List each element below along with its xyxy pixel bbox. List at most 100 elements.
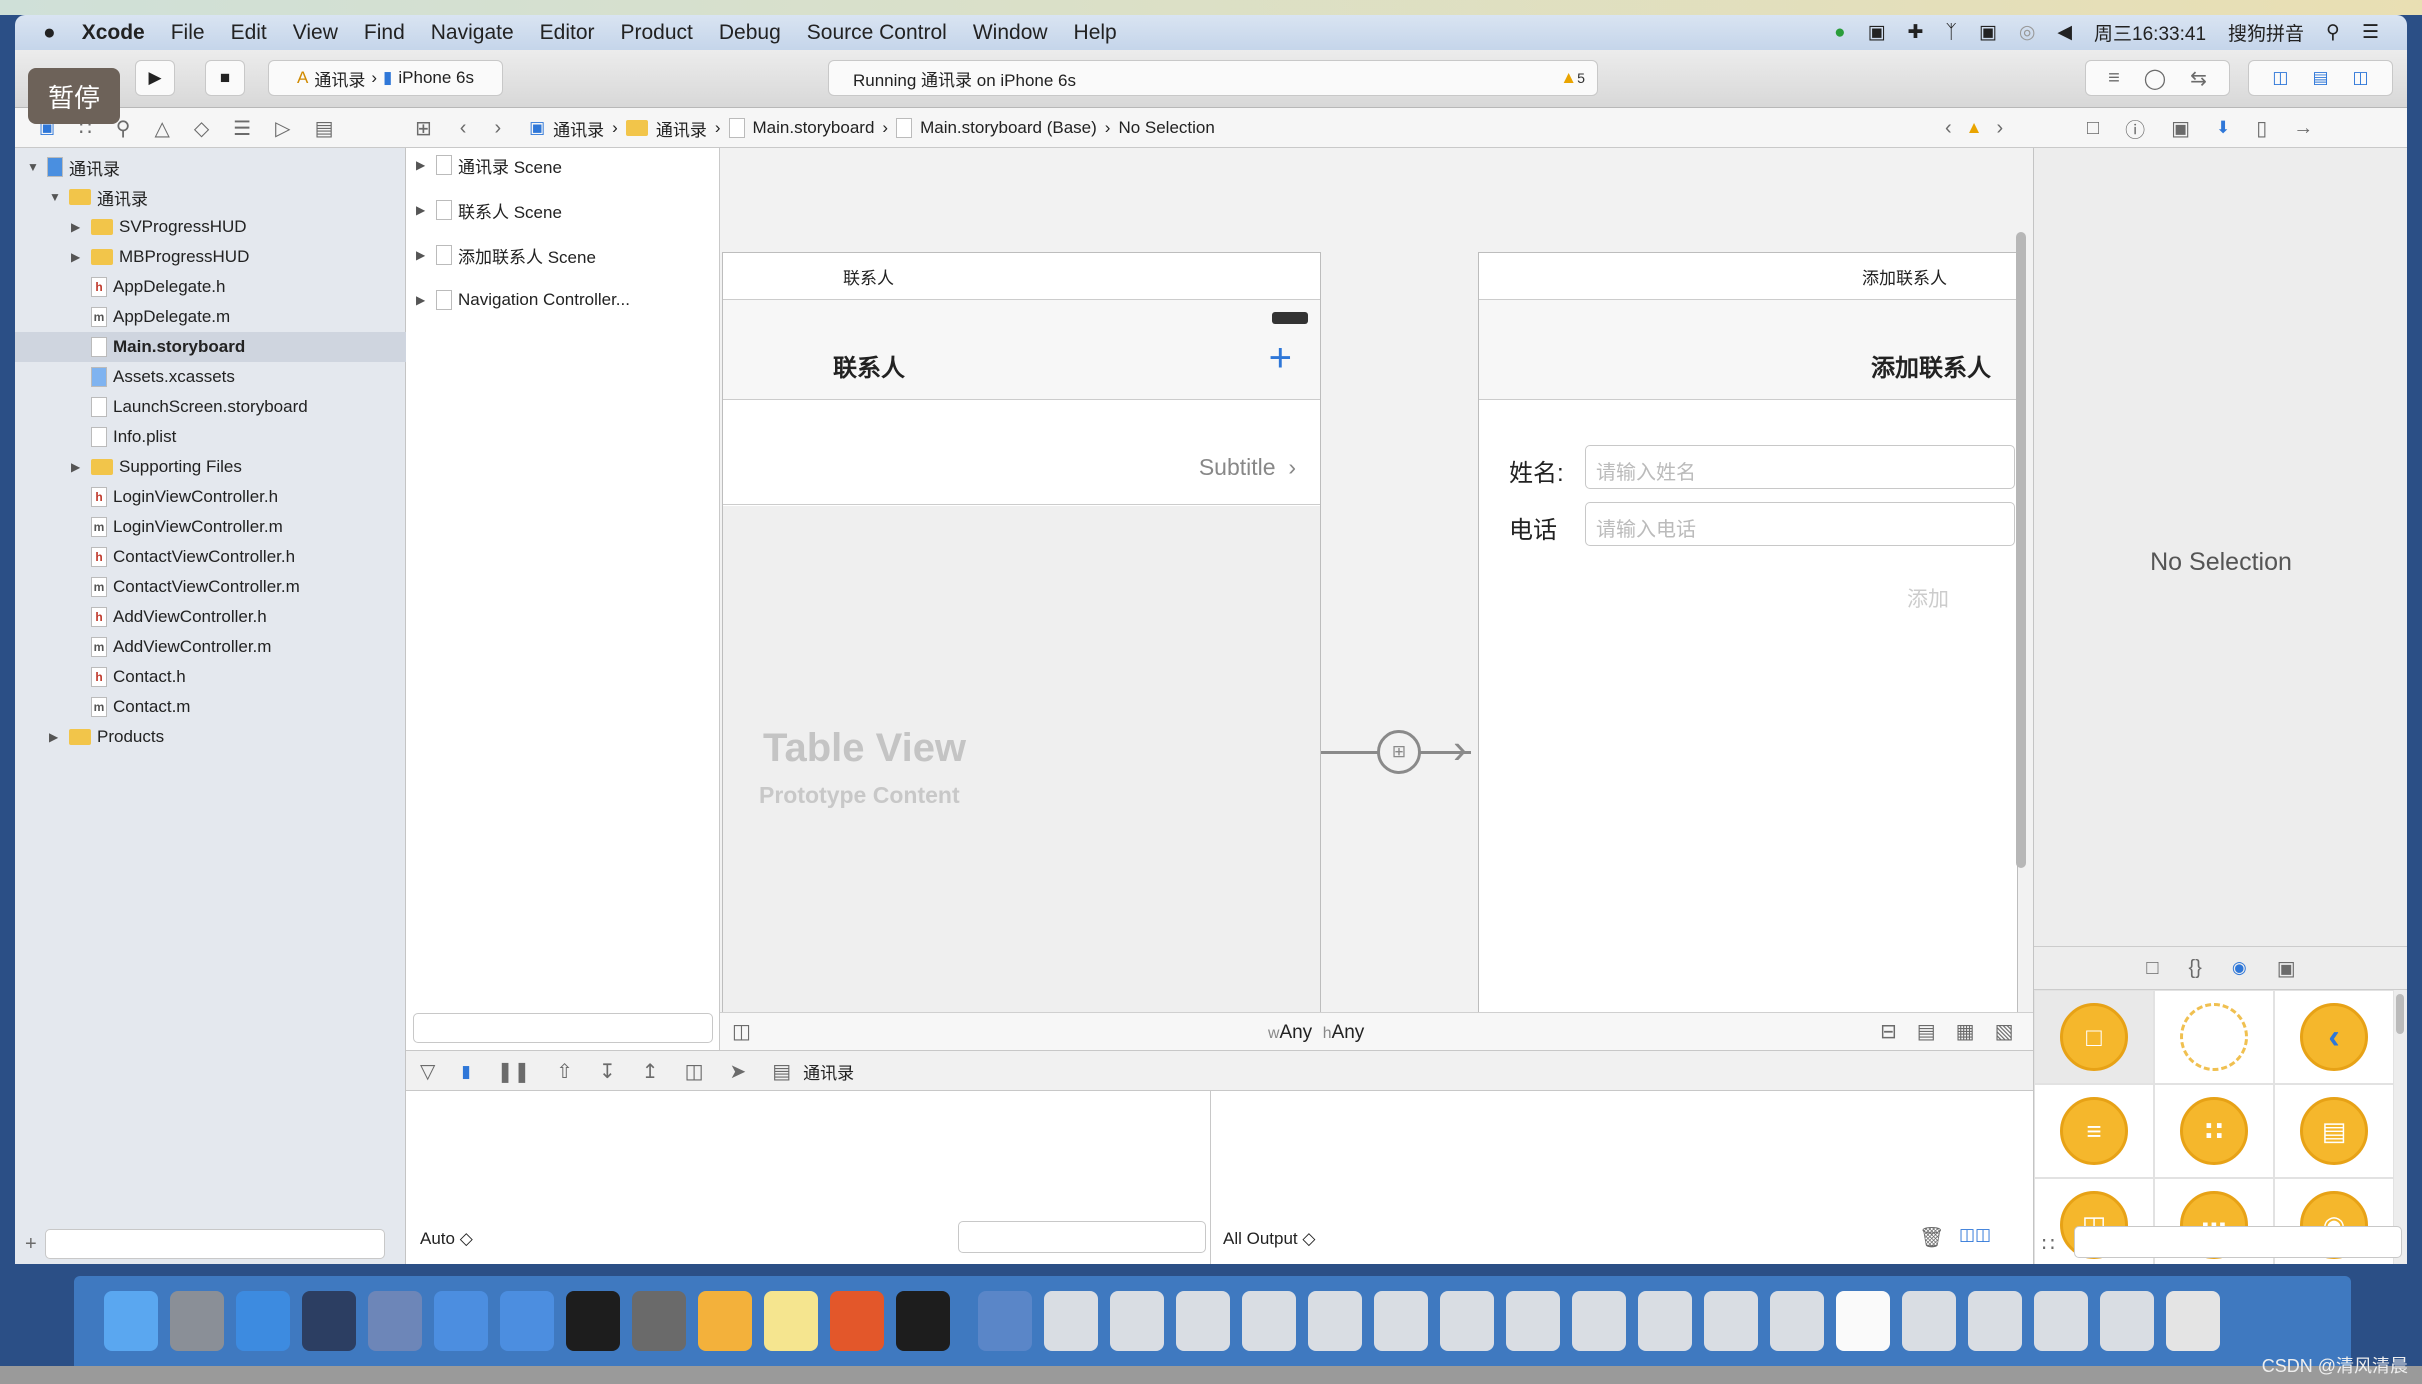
library-filter[interactable] [2074, 1226, 2402, 1258]
dock-item[interactable] [2100, 1291, 2154, 1351]
related-items-icon[interactable]: ⊞ [415, 116, 432, 141]
navigator-item[interactable]: ▶ Products [49, 722, 164, 752]
dock-item[interactable] [1704, 1291, 1758, 1351]
outline-scene[interactable]: ▶ 通讯录 Scene [416, 150, 562, 180]
breakpoint-navigator-icon[interactable]: ▷ [275, 116, 290, 141]
disclosure-open-icon[interactable]: ▼ [49, 190, 63, 204]
menu-source-control[interactable]: Source Control [807, 21, 947, 45]
size-class-control[interactable]: wAny hAny [1268, 1022, 1364, 1044]
attributes-inspector-icon[interactable]: ⬇ [2216, 118, 2230, 138]
navigator-item[interactable]: m ContactViewController.m [71, 572, 300, 602]
stack-icon[interactable]: ⊟ [1880, 1019, 1897, 1044]
standard-editor-icon[interactable]: ≡ [2108, 67, 2120, 90]
split-view-icon[interactable]: ◫◫ [1959, 1225, 1991, 1245]
library-storyboard-reference[interactable] [2154, 990, 2274, 1084]
dock-item[interactable] [764, 1291, 818, 1351]
navigator-item[interactable]: m AppDelegate.m [71, 302, 230, 332]
scheme-selector[interactable]: A 通讯录 › ▮ iPhone 6s [268, 60, 503, 96]
variables-filter[interactable] [958, 1221, 1206, 1253]
crumb[interactable]: 通讯录 [656, 116, 707, 141]
dock-item[interactable] [1836, 1291, 1890, 1351]
menu-app[interactable]: Xcode [82, 21, 145, 45]
align-icon[interactable]: ▤ [1917, 1019, 1936, 1044]
menu-edit[interactable]: Edit [231, 21, 267, 45]
auto-selector[interactable]: Auto ◇ [420, 1229, 473, 1249]
dock-item[interactable] [1638, 1291, 1692, 1351]
dock-item[interactable] [2166, 1291, 2220, 1351]
navigator-item[interactable]: h ContactViewController.h [71, 542, 295, 572]
dock-item[interactable] [104, 1291, 158, 1351]
disclosure-closed-icon[interactable]: ▶ [71, 250, 85, 264]
library-navigation-controller[interactable]: ‹ [2274, 990, 2394, 1084]
menu-file[interactable]: File [171, 21, 205, 45]
code-snippet-icon[interactable]: {} [2188, 957, 2201, 980]
dock-item[interactable] [1770, 1291, 1824, 1351]
version-editor-icon[interactable]: ⇆ [2190, 66, 2207, 91]
library-view-controller[interactable]: □ [2034, 990, 2154, 1084]
breakpoints-icon[interactable]: ▮ [461, 1062, 470, 1082]
pause-icon[interactable]: ❚❚ [497, 1059, 531, 1084]
disclosure-closed-icon[interactable]: ▶ [71, 460, 85, 474]
menu-debug[interactable]: Debug [719, 21, 781, 45]
disclosure-open-icon[interactable]: ▼ [27, 160, 41, 174]
vertical-scrollbar[interactable] [2016, 232, 2026, 868]
navigator-item[interactable]: ▼ 通讯录 [27, 152, 120, 182]
disclosure-closed-icon[interactable]: ▶ [49, 730, 63, 744]
navigator-item[interactable]: m AddViewController.m [71, 632, 271, 662]
navigator-item[interactable]: ▶ MBProgressHUD [71, 242, 249, 272]
menu-find[interactable]: Find [364, 21, 405, 45]
trash-icon[interactable]: 🗑 [1919, 1225, 1944, 1250]
navigator-filter[interactable] [44, 1229, 385, 1259]
forward-icon[interactable]: › [494, 117, 501, 140]
warning-icon[interactable]: ▲ [1966, 118, 1983, 138]
dock-item[interactable] [170, 1291, 224, 1351]
dock-item[interactable] [1374, 1291, 1428, 1351]
dock-item[interactable] [368, 1291, 422, 1351]
prev-issue-icon[interactable]: ‹ [1945, 117, 1952, 140]
name-field[interactable]: 请输入姓名 [1585, 445, 2015, 489]
outline-scene[interactable]: ▶ 联系人 Scene [416, 195, 562, 225]
dock-item[interactable] [302, 1291, 356, 1351]
dock-item[interactable] [236, 1291, 290, 1351]
crumb[interactable]: Main.storyboard [753, 118, 875, 138]
run-button[interactable]: ▶ [135, 60, 175, 96]
input-method[interactable]: 搜狗拼音 [2228, 19, 2304, 46]
step-out-icon[interactable]: ↥ [642, 1059, 659, 1084]
clock[interactable]: 周三16:33:41 [2094, 19, 2206, 46]
outline-filter[interactable] [413, 1013, 713, 1043]
navigator-item[interactable]: ▶ Supporting Files [71, 452, 242, 482]
dock-item[interactable] [1902, 1291, 1956, 1351]
next-issue-icon[interactable]: › [1997, 117, 2004, 140]
menu-product[interactable]: Product [621, 21, 693, 45]
back-icon[interactable]: ‹ [460, 117, 467, 140]
lock-icon[interactable]: ▣ [1979, 21, 1997, 44]
navigator-item[interactable]: Info.plist [71, 422, 176, 452]
resolve-icon[interactable]: ▧ [1995, 1019, 2014, 1044]
connections-inspector-icon[interactable]: → [2293, 117, 2313, 140]
library-table-view-controller[interactable]: ≡ [2034, 1084, 2154, 1178]
stop-button[interactable]: ■ [205, 60, 245, 96]
navigator-item[interactable]: Assets.xcassets [71, 362, 235, 392]
dock-item[interactable] [978, 1291, 1032, 1351]
object-library-icon[interactable]: ◉ [2232, 958, 2247, 978]
dock-item[interactable] [1968, 1291, 2022, 1351]
navigator-item[interactable]: m Contact.m [71, 692, 190, 722]
dock-item[interactable] [698, 1291, 752, 1351]
outline-scene[interactable]: ▶ 添加联系人 Scene [416, 240, 596, 270]
dock-item[interactable] [566, 1291, 620, 1351]
identity-inspector-icon[interactable]: ▣ [2171, 116, 2190, 141]
disclosure-closed-icon[interactable]: ▶ [71, 220, 85, 234]
dock-item[interactable] [1308, 1291, 1362, 1351]
navigator-item[interactable]: ▶ SVProgressHUD [71, 212, 247, 242]
navigator-toggle-icon[interactable]: ◫ [2272, 68, 2288, 88]
dock-item[interactable] [632, 1291, 686, 1351]
warning-icon[interactable]: ▲5 [1560, 68, 1585, 88]
debug-navigator-icon[interactable]: ☰ [233, 116, 251, 141]
report-navigator-icon[interactable]: ▤ [315, 116, 334, 141]
scene-contacts[interactable]: 联系人 联系人 + Subtitle › Table View Prototyp… [722, 252, 1321, 1042]
menu-view[interactable]: View [293, 21, 338, 45]
file-template-icon[interactable]: □ [2146, 957, 2158, 980]
navigator-item[interactable]: h AppDelegate.h [71, 272, 225, 302]
step-over-icon[interactable]: ⇧ [556, 1059, 573, 1084]
table-cell[interactable]: Subtitle › [723, 400, 1320, 505]
